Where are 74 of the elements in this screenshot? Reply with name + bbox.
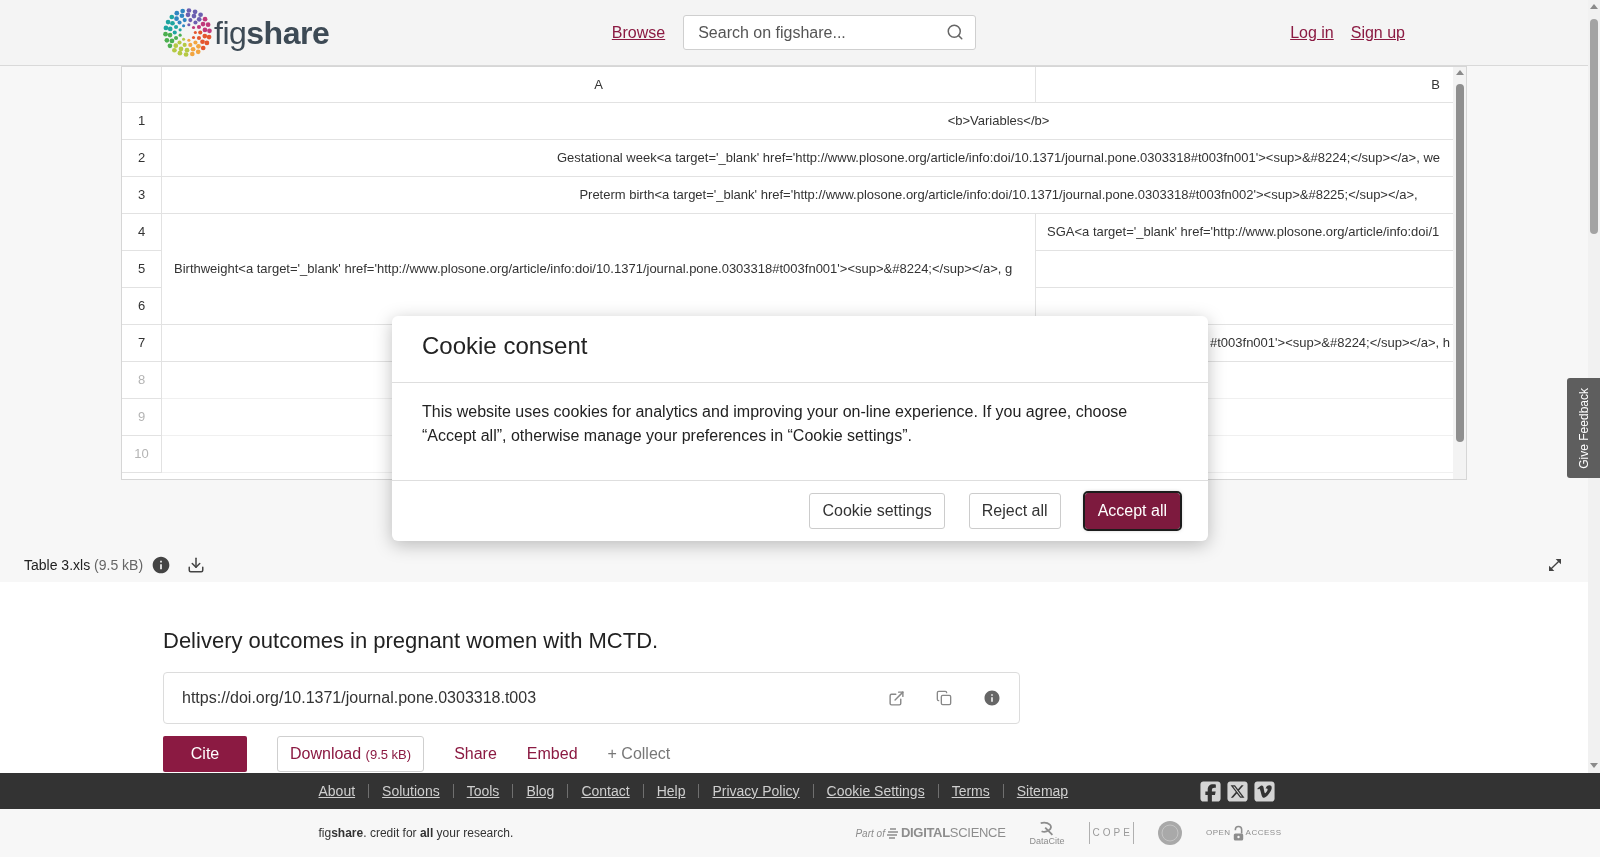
footer-link[interactable]: Solutions <box>382 780 440 802</box>
home-logo-link[interactable]: figshare <box>163 8 330 57</box>
datacite-logo-text: DataCite <box>1029 835 1065 846</box>
info-icon[interactable] <box>983 689 1001 707</box>
search-icon[interactable] <box>946 23 965 41</box>
search-field[interactable]: Search on figshare... <box>683 15 977 50</box>
accept-button[interactable]: Accept all <box>1084 493 1180 529</box>
doi-link[interactable]: https://doi.org/10.1371/journal.pone.0303318.t003 <box>182 686 537 710</box>
facebook-icon[interactable] <box>1198 779 1222 803</box>
browse-link[interactable]: Browse <box>611 20 666 45</box>
footer-link[interactable]: Terms <box>951 780 990 802</box>
table-scrollbar[interactable] <box>1453 67 1466 479</box>
column-header[interactable]: A <box>594 74 603 95</box>
download-button[interactable]: Download (9.5 kB) <box>277 736 425 772</box>
info-icon[interactable] <box>151 555 172 575</box>
dialog-title: Cookie consent <box>422 331 588 361</box>
collect-link[interactable]: + Collect <box>607 742 671 766</box>
row-number: 4 <box>137 223 146 242</box>
item-title: Delivery outcomes in pregnant women with MCTD. <box>163 627 659 655</box>
stripes-logo-icon <box>886 827 899 839</box>
signup-link[interactable]: Sign up <box>1350 20 1405 45</box>
login-link[interactable]: Log in <box>1290 20 1334 45</box>
row-number: 6 <box>137 297 146 316</box>
cell-text: SGA<a target='_blank' href='http://www.plosone.org/article/info:doi/1 <box>1047 223 1440 242</box>
open-lock-icon <box>1232 824 1244 842</box>
feedback-tab[interactable]: Give Feedback <box>1567 378 1600 478</box>
row-number: 9 <box>137 408 146 427</box>
dialog-message: This website uses cookies for analytics and improving your on-line experience. If you agree, choose “Accept all”, otherwise manage your preferences in “Cookie settings”. <box>422 402 1129 446</box>
row-number: 10 <box>134 445 149 464</box>
part-of-label: Part of <box>855 826 885 841</box>
footer-link[interactable]: Cookie Settings <box>826 780 925 802</box>
row-number: 1 <box>137 112 146 131</box>
footer-tagline: figshare. credit for all your research. <box>318 825 514 842</box>
logo-mark-icon <box>163 8 212 57</box>
row-number: 8 <box>137 371 146 390</box>
settings-button[interactable]: Cookie settings <box>809 493 945 529</box>
fullscreen-icon[interactable] <box>1547 557 1563 573</box>
embed-link[interactable]: Embed <box>526 742 578 766</box>
cope-logo-text: COPE <box>1088 822 1134 844</box>
share-link[interactable]: Share <box>454 742 497 766</box>
footer-link[interactable]: Tools <box>466 780 500 802</box>
scroll-up-icon[interactable] <box>1455 70 1464 75</box>
footer-link[interactable]: Sitemap <box>1016 780 1069 802</box>
footer-link[interactable]: Privacy Policy <box>712 780 800 802</box>
scroll-up-icon[interactable] <box>1590 4 1598 9</box>
copy-icon[interactable] <box>936 690 952 706</box>
column-header[interactable]: B <box>1431 74 1440 95</box>
reject-button[interactable]: Reject all <box>968 493 1061 529</box>
open-access-text: ACCESS <box>1245 827 1282 839</box>
cite-button[interactable]: Cite <box>163 736 247 772</box>
cell-text: Gestational week<a target='_blank' href='http://www.plosone.org/article/info:doi/10.1371/journal.pone.0303318#t003fn001'><sup>&#8224;</sup></a>, we <box>557 149 1440 168</box>
footer-link[interactable]: Blog <box>526 780 555 802</box>
file-name: Table 3.xls (9.5 kB) <box>24 555 144 575</box>
footer-link[interactable]: Help <box>656 780 686 802</box>
row-number: 5 <box>137 260 146 279</box>
scroll-down-icon[interactable] <box>1590 763 1598 768</box>
vimeo-icon[interactable] <box>1252 779 1276 803</box>
footer-link[interactable]: About <box>318 780 356 802</box>
external-link-icon[interactable] <box>888 689 905 707</box>
cell-text: Birthweight<a target='_blank' href='http://www.plosone.org/article/info:doi/10.1371/journal.pone.0303318#t003fn001'><sup>&#8224;</sup></a>, g <box>174 260 1013 279</box>
open-access-text: OPEN <box>1205 827 1231 839</box>
download-icon[interactable] <box>187 556 206 574</box>
scrollbar-thumb[interactable] <box>1455 84 1464 442</box>
scrollbar-thumb[interactable] <box>1590 19 1598 234</box>
digital-science-logo-text: DIGITALSCIENCE <box>900 824 1006 843</box>
cell-text: Preterm birth<a target='_blank' href='http://www.plosone.org/article/info:doi/10.1371/journal.pone.0303318#t003fn002'><sup>&#8225;</sup></a>, <box>579 186 1418 205</box>
seal-icon <box>1157 821 1182 845</box>
x-icon[interactable] <box>1225 779 1249 803</box>
footer-link[interactable]: Contact <box>581 780 630 802</box>
row-number: 7 <box>137 334 146 353</box>
row-number: 3 <box>137 186 146 205</box>
cell-text: #t003fn001'><sup>&#8224;</sup></a>, h <box>1210 334 1450 353</box>
row-number: 2 <box>137 149 146 168</box>
cell-text: <b>Variables</b> <box>947 112 1050 131</box>
